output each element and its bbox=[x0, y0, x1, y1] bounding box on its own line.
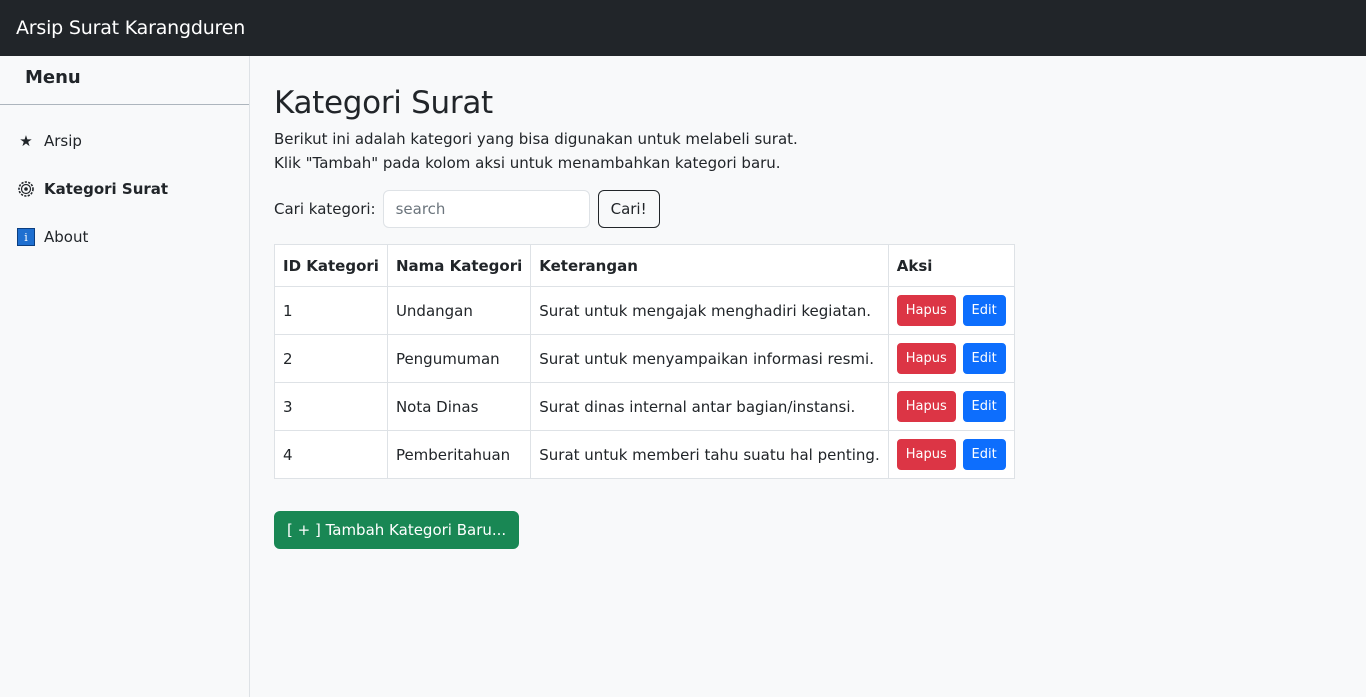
column-header-keterangan: Keterangan bbox=[530, 244, 889, 287]
delete-button[interactable]: Hapus bbox=[896, 391, 956, 422]
main-content: Kategori Surat Berikut ini adalah katego… bbox=[274, 56, 1354, 549]
gear-icon bbox=[16, 179, 36, 199]
edit-button[interactable]: Edit bbox=[962, 343, 1006, 374]
navbar-brand[interactable]: Arsip Surat Karangduren bbox=[16, 17, 245, 39]
cell-nama: Undangan bbox=[386, 286, 532, 335]
cell-keterangan: Surat untuk memberi tahu suatu hal penti… bbox=[530, 430, 889, 479]
description-line: Berikut ini adalah kategori yang bisa di… bbox=[274, 130, 798, 148]
delete-button[interactable]: Hapus bbox=[896, 343, 956, 374]
cell-aksi: Hapus Edit bbox=[887, 286, 1015, 335]
table-row: 2 Pengumuman Surat untuk menyampaikan in… bbox=[274, 334, 1015, 383]
cell-keterangan: Surat untuk menyampaikan informasi resmi… bbox=[530, 334, 889, 383]
column-header-nama: Nama Kategori bbox=[386, 244, 532, 287]
table-row: 1 Undangan Surat untuk mengajak menghadi… bbox=[274, 286, 1015, 335]
sidebar-item-label: Arsip bbox=[44, 132, 82, 150]
sidebar-item-arsip[interactable]: ★ Arsip bbox=[0, 117, 249, 165]
search-button[interactable]: Cari! bbox=[597, 190, 660, 228]
cell-keterangan: Surat dinas internal antar bagian/instan… bbox=[530, 382, 889, 431]
cell-keterangan: Surat untuk mengajak menghadiri kegiatan… bbox=[530, 286, 889, 335]
cell-id: 3 bbox=[274, 382, 388, 431]
cell-nama: Pengumuman bbox=[386, 334, 532, 383]
delete-button[interactable]: Hapus bbox=[896, 295, 956, 326]
cell-nama: Nota Dinas bbox=[386, 382, 532, 431]
sidebar-item-label: About bbox=[44, 228, 89, 246]
sidebar-item-label: Kategori Surat bbox=[44, 180, 169, 198]
star-icon: ★ bbox=[19, 132, 33, 150]
page-description: Berikut ini adalah kategori yang bisa di… bbox=[274, 127, 1354, 175]
cell-id: 1 bbox=[274, 286, 388, 335]
column-header-id: ID Kategori bbox=[274, 244, 388, 287]
sidebar-item-about[interactable]: i About bbox=[0, 213, 249, 261]
description-line: Klik "Tambah" pada kolom aksi untuk mena… bbox=[274, 154, 781, 172]
delete-button[interactable]: Hapus bbox=[896, 439, 956, 470]
cell-id: 2 bbox=[274, 334, 388, 383]
cell-aksi: Hapus Edit bbox=[887, 334, 1015, 383]
edit-button[interactable]: Edit bbox=[962, 439, 1006, 470]
top-navbar: Arsip Surat Karangduren bbox=[0, 0, 1366, 56]
cell-nama: Pemberitahuan bbox=[386, 430, 532, 479]
table-header-row: ID Kategori Nama Kategori Keterangan Aks… bbox=[274, 244, 1015, 287]
sidebar: Menu ★ Arsip Kategori Surat i About bbox=[0, 56, 250, 697]
category-table: ID Kategori Nama Kategori Keterangan Aks… bbox=[274, 244, 1015, 479]
search-input[interactable] bbox=[382, 190, 590, 228]
sidebar-item-kategori-surat[interactable]: Kategori Surat bbox=[0, 165, 249, 213]
info-icon: i bbox=[16, 227, 36, 247]
search-label: Cari kategori: bbox=[274, 200, 376, 218]
table-row: 4 Pemberitahuan Surat untuk memberi tahu… bbox=[274, 430, 1015, 479]
sidebar-nav: ★ Arsip Kategori Surat i About bbox=[0, 105, 249, 261]
page-title: Kategori Surat bbox=[274, 85, 493, 121]
add-category-button[interactable]: [ + ] Tambah Kategori Baru... bbox=[274, 511, 520, 549]
cell-aksi: Hapus Edit bbox=[887, 382, 1015, 431]
table-row: 3 Nota Dinas Surat dinas internal antar … bbox=[274, 382, 1015, 431]
search-form: Cari kategori: Cari! bbox=[274, 190, 1354, 228]
cell-id: 4 bbox=[274, 430, 388, 479]
column-header-aksi: Aksi bbox=[887, 244, 1015, 287]
edit-button[interactable]: Edit bbox=[962, 295, 1006, 326]
cell-aksi: Hapus Edit bbox=[887, 430, 1015, 479]
sidebar-title: Menu bbox=[0, 56, 249, 105]
edit-button[interactable]: Edit bbox=[962, 391, 1006, 422]
